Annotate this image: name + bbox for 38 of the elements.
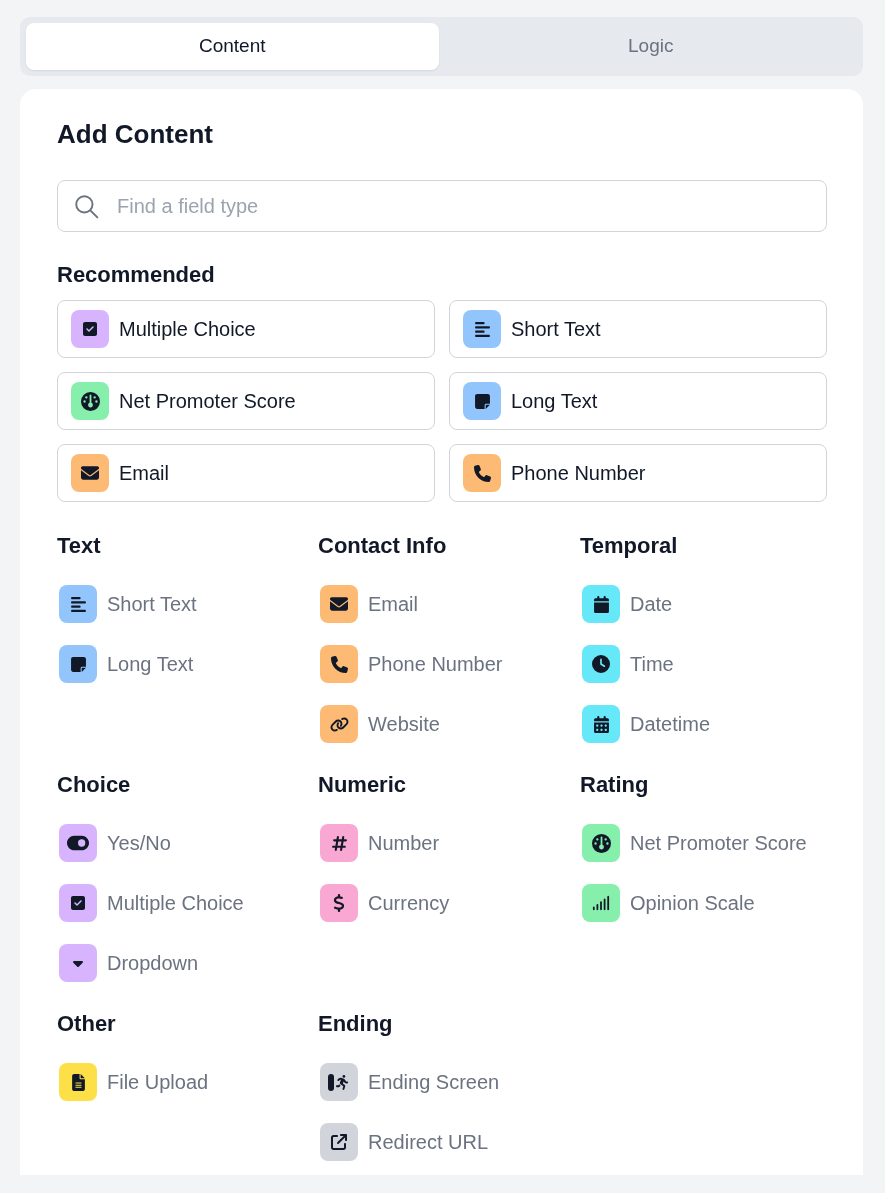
section-heading: Ending [318, 1010, 394, 1038]
field-type-option[interactable]: Dropdown [59, 944, 199, 982]
section-heading: Temporal [580, 532, 679, 560]
field-type-option[interactable]: Long Text [59, 645, 194, 683]
field-type-option[interactable]: Number [320, 824, 440, 862]
section-heading: Text [57, 532, 102, 560]
field-type-option[interactable]: Yes/No [59, 824, 171, 862]
search-field[interactable]: Find a field type [57, 180, 827, 232]
panel-title: Add Content [57, 118, 214, 150]
field-type-option[interactable]: Short Text [59, 585, 197, 623]
field-type-option[interactable]: Ending Screen [320, 1063, 500, 1101]
field-type-option[interactable]: Email [320, 585, 418, 623]
field-type-option[interactable]: Phone Number [449, 444, 827, 502]
section-heading: Rating [580, 771, 650, 799]
section-heading: Numeric [318, 771, 408, 799]
section-heading: Recommended [57, 261, 216, 289]
field-type-option[interactable]: Datetime [582, 705, 711, 743]
field-type-option[interactable]: Long Text [449, 372, 827, 430]
field-type-option[interactable]: Date [582, 585, 673, 623]
field-type-option[interactable]: File Upload [59, 1063, 209, 1101]
field-type-option[interactable]: Multiple Choice [59, 884, 244, 922]
field-type-option[interactable]: Short Text [449, 300, 827, 358]
field-type-option[interactable]: Opinion Scale [582, 884, 755, 922]
tab[interactable]: Logic [444, 23, 857, 70]
field-type-option[interactable]: Net Promoter Score [57, 372, 435, 430]
tab[interactable]: Content [26, 23, 439, 70]
field-type-option[interactable]: Website [320, 705, 440, 743]
field-type-option[interactable]: Time [582, 645, 674, 683]
field-type-option[interactable]: Phone Number [320, 645, 503, 683]
field-type-option[interactable]: Redirect URL [320, 1123, 489, 1161]
field-type-option[interactable]: Currency [320, 884, 450, 922]
section-heading: Other [57, 1010, 117, 1038]
field-type-option[interactable]: Net Promoter Score [582, 824, 807, 862]
section-heading: Choice [57, 771, 132, 799]
search-icon [73, 193, 99, 219]
field-type-option[interactable]: Multiple Choice [57, 300, 435, 358]
field-type-option[interactable]: Email [57, 444, 435, 502]
section-heading: Contact Info [318, 532, 448, 560]
